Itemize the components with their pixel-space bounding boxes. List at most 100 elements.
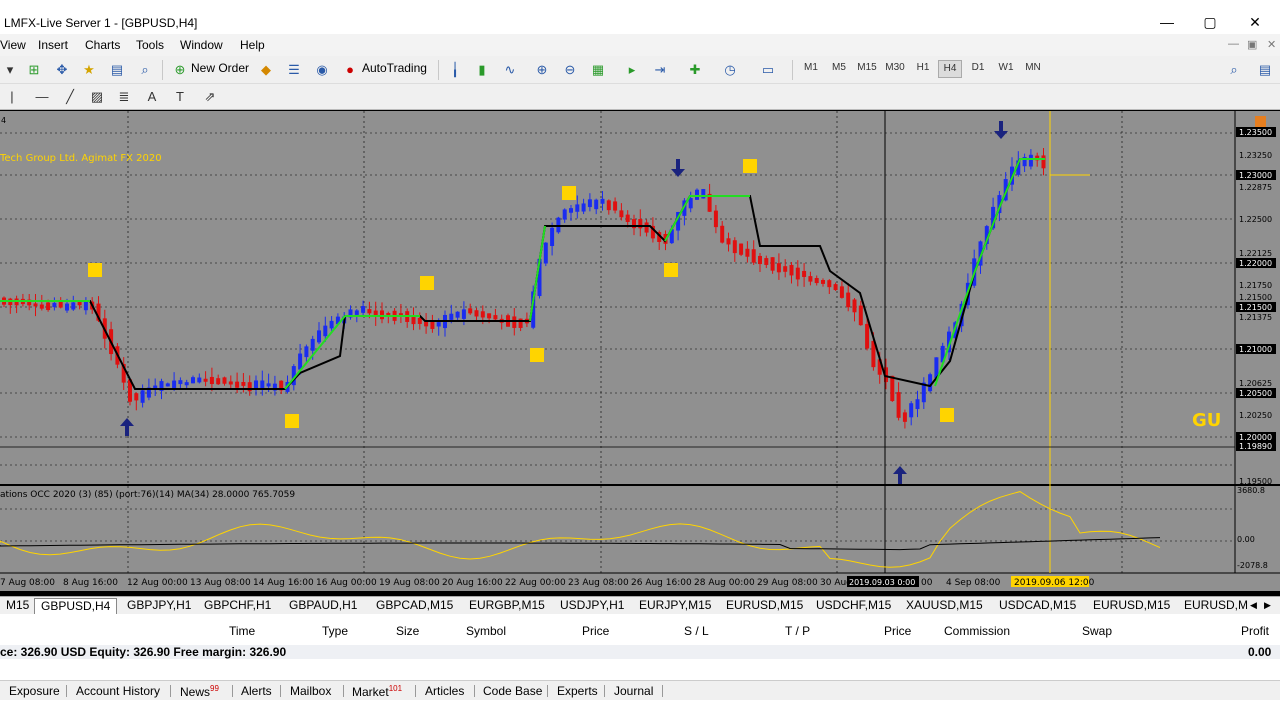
tf-m1[interactable]: M1 bbox=[799, 62, 823, 73]
col-profit[interactable]: Profit bbox=[1241, 624, 1269, 638]
tf-m15[interactable]: M15 bbox=[855, 62, 879, 73]
templates-icon[interactable]: ▭ bbox=[758, 60, 778, 80]
candle bbox=[46, 302, 51, 311]
candlestick-icon[interactable]: ▮ bbox=[472, 60, 492, 80]
tf-d1[interactable]: D1 bbox=[966, 62, 990, 73]
bar-chart-icon[interactable]: ╽ bbox=[445, 60, 465, 80]
tf-m30[interactable]: M30 bbox=[883, 62, 907, 73]
tab-eurgbp-m15[interactable]: EURGBP,M15 bbox=[463, 598, 551, 614]
tab-xauusd-m15[interactable]: XAUUSD,M15 bbox=[900, 598, 989, 614]
indicators-icon[interactable]: ✚ bbox=[685, 60, 705, 80]
col-symbol[interactable]: Symbol bbox=[466, 624, 506, 638]
metaeditor-icon[interactable]: ◆ bbox=[256, 60, 276, 80]
tf-w1[interactable]: W1 bbox=[994, 62, 1018, 73]
menu-window[interactable]: Window bbox=[180, 38, 223, 52]
price-chart[interactable]: 1.23250 1.23000 1.22875 1.22500 1.221251.220… bbox=[0, 111, 1280, 591]
search-icon[interactable]: ⌕ bbox=[1224, 60, 1244, 80]
tab-mailbox[interactable]: Mailbox bbox=[290, 684, 331, 698]
tile-windows-icon[interactable]: ▦ bbox=[588, 60, 608, 80]
signal-square bbox=[664, 263, 678, 277]
horizontal-line-icon[interactable]: — bbox=[32, 87, 52, 107]
menu-tools[interactable]: Tools bbox=[136, 38, 164, 52]
tab-gbpusd-h4[interactable]: GBPUSD,H4 bbox=[34, 598, 118, 614]
tab-eurusd-m15-2[interactable]: EURUSD,M15 bbox=[1087, 598, 1176, 614]
tab-account-history[interactable]: Account History bbox=[76, 684, 160, 698]
zoom-out-icon[interactable]: ⊖ bbox=[560, 60, 580, 80]
tab-m15[interactable]: M15 bbox=[0, 598, 35, 614]
sell-arrow-icon bbox=[994, 121, 1008, 139]
tf-h4[interactable]: H4 bbox=[938, 60, 962, 78]
minimize-button[interactable]: — bbox=[1152, 10, 1182, 34]
tf-m5[interactable]: M5 bbox=[827, 62, 851, 73]
col-time[interactable]: Time bbox=[229, 624, 255, 638]
candle bbox=[77, 301, 82, 306]
tab-gbpcad-m15[interactable]: GBPCAD,M15 bbox=[370, 598, 459, 614]
autoscroll-icon[interactable]: ▸ bbox=[622, 60, 642, 80]
menu-help[interactable]: Help bbox=[240, 38, 265, 52]
fibonacci-icon[interactable]: ≣ bbox=[114, 87, 134, 107]
col-type[interactable]: Type bbox=[322, 624, 348, 638]
crosshair-profile-icon[interactable]: ✥ bbox=[52, 60, 72, 80]
vertical-line-icon[interactable]: | bbox=[2, 87, 22, 107]
mdi-restore-icon[interactable]: ▣ bbox=[1247, 38, 1257, 51]
data-window-icon[interactable]: ⌕ bbox=[135, 60, 155, 80]
menu-charts[interactable]: Charts bbox=[85, 38, 120, 52]
line-chart-icon[interactable]: ∿ bbox=[500, 60, 520, 80]
candle bbox=[329, 320, 334, 329]
tab-news[interactable]: News99 bbox=[180, 684, 219, 699]
mdi-minimize-icon[interactable]: — bbox=[1228, 38, 1239, 50]
col-size[interactable]: Size bbox=[396, 624, 419, 638]
autotrading-button[interactable]: AutoTrading bbox=[362, 61, 427, 75]
col-sl[interactable]: S / L bbox=[684, 624, 709, 638]
chart-canvas[interactable]: 1.23250 1.23000 1.22875 1.22500 1.221251.220… bbox=[0, 111, 1280, 591]
new-order-button[interactable]: New Order bbox=[191, 61, 249, 75]
chat-icon[interactable]: ▤ bbox=[1255, 60, 1275, 80]
arrows-icon[interactable]: ⇗ bbox=[200, 87, 220, 107]
tab-eurjpy-m15[interactable]: EURJPY,M15 bbox=[633, 598, 717, 614]
mdi-close-icon[interactable]: ✕ bbox=[1267, 38, 1276, 51]
new-chart-icon[interactable]: ⊞ bbox=[24, 60, 44, 80]
signals-icon[interactable]: ◉ bbox=[312, 60, 332, 80]
tab-gbpjpy-h1[interactable]: GBPJPY,H1 bbox=[121, 598, 197, 614]
periods-icon[interactable]: ◷ bbox=[720, 60, 740, 80]
tab-eurusd-m15[interactable]: EURUSD,M15 bbox=[720, 598, 809, 614]
candle bbox=[808, 276, 813, 282]
tab-market[interactable]: Market101 bbox=[352, 684, 402, 699]
tab-usdcad-m15[interactable]: USDCAD,M15 bbox=[993, 598, 1082, 614]
tab-usdjpy-h1[interactable]: USDJPY,H1 bbox=[554, 598, 630, 614]
text-icon[interactable]: A bbox=[142, 87, 162, 107]
favorites-icon[interactable]: ★ bbox=[79, 60, 99, 80]
tab-experts[interactable]: Experts bbox=[557, 684, 598, 698]
tab-eurusd-m[interactable]: EURUSD,M bbox=[1178, 598, 1254, 614]
tab-gbpaud-h1[interactable]: GBPAUD,H1 bbox=[283, 598, 363, 614]
col-tp[interactable]: T / P bbox=[785, 624, 810, 638]
col-price-2[interactable]: Price bbox=[884, 624, 911, 638]
tab-journal[interactable]: Journal bbox=[614, 684, 653, 698]
zoom-in-icon[interactable]: ⊕ bbox=[532, 60, 552, 80]
close-button[interactable]: ✕ bbox=[1240, 10, 1270, 34]
maximize-button[interactable]: ▢ bbox=[1195, 10, 1225, 34]
tf-h1[interactable]: H1 bbox=[911, 62, 935, 73]
dropdown-arrow-icon[interactable]: ▾ bbox=[0, 60, 20, 80]
text-label-icon[interactable]: T bbox=[170, 87, 190, 107]
col-price[interactable]: Price bbox=[582, 624, 609, 638]
col-swap[interactable]: Swap bbox=[1082, 624, 1112, 638]
tab-exposure[interactable]: Exposure bbox=[9, 684, 60, 698]
tab-code-base[interactable]: Code Base bbox=[483, 684, 542, 698]
autotrading-icon[interactable]: ● bbox=[340, 60, 360, 80]
navigator-icon[interactable]: ▤ bbox=[107, 60, 127, 80]
terminal-icon[interactable]: ☰ bbox=[284, 60, 304, 80]
oscillator-line bbox=[0, 491, 1161, 568]
menu-view[interactable]: View bbox=[0, 38, 26, 52]
tab-usdchf-m15[interactable]: USDCHF,M15 bbox=[810, 598, 897, 614]
tab-alerts[interactable]: Alerts bbox=[241, 684, 272, 698]
tab-articles[interactable]: Articles bbox=[425, 684, 464, 698]
tab-gbpchf-h1[interactable]: GBPCHF,H1 bbox=[198, 598, 277, 614]
trendline-icon[interactable]: ╱ bbox=[60, 87, 80, 107]
col-commission[interactable]: Commission bbox=[944, 624, 1010, 638]
chart-shift-icon[interactable]: ⇥ bbox=[650, 60, 670, 80]
tf-mn[interactable]: MN bbox=[1021, 62, 1045, 73]
channel-icon[interactable]: ▨ bbox=[87, 87, 107, 107]
menu-insert[interactable]: Insert bbox=[38, 38, 68, 52]
new-order-icon[interactable]: ⊕ bbox=[170, 60, 190, 80]
